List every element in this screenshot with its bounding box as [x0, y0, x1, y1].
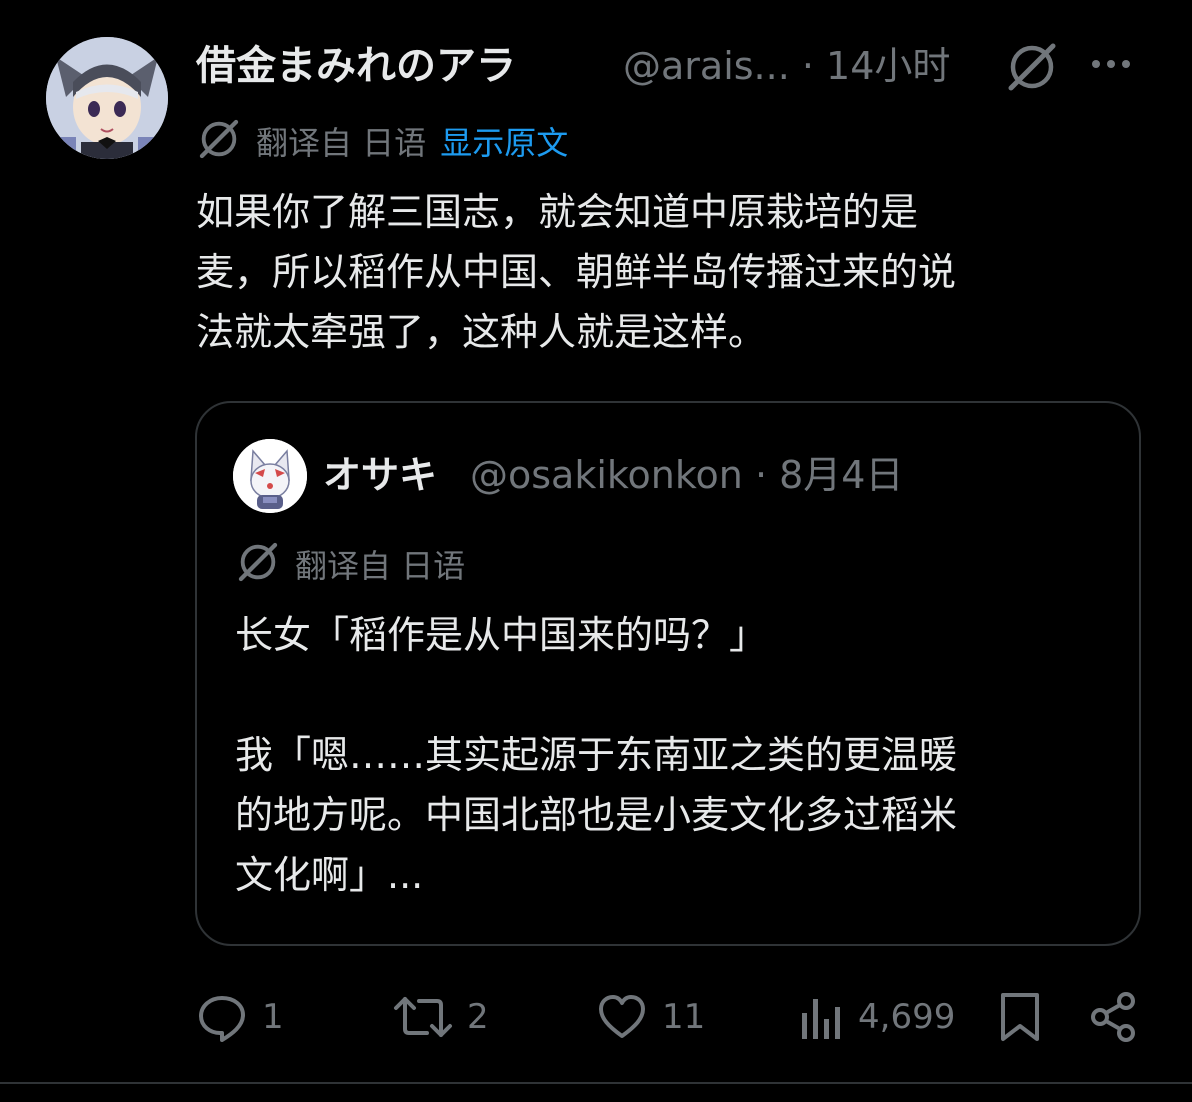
quoted-author-name[interactable]: オサキ: [323, 448, 437, 502]
retweet-icon: [394, 997, 452, 1037]
tweet-text-line: 麦，所以稻作从中国、朝鲜半岛传播过来的说: [196, 250, 957, 294]
quoted-translate-grok-icon: [235, 539, 281, 589]
quoted-text-line: 长女「稻作是从中国来的吗？」: [235, 613, 768, 657]
bottom-divider: [0, 1082, 1192, 1084]
like-count: 11: [662, 997, 706, 1037]
heart-icon: [599, 995, 645, 1038]
quoted-handle-and-time[interactable]: @osakikonkon · 8月4日: [470, 448, 903, 502]
quoted-text-line: 的地方呢。中国北部也是小麦文化多过稻米: [235, 793, 958, 837]
reply-button[interactable]: 1: [196, 985, 284, 1049]
views-button[interactable]: 4,699: [798, 985, 955, 1049]
views-count: 4,699: [858, 997, 956, 1037]
separator-dot: ·: [742, 453, 780, 497]
tweet-text-line: 如果你了解三国志，就会知道中原栽培的是: [196, 190, 919, 234]
tweet-time[interactable]: 14小时: [826, 44, 950, 88]
retweet-button[interactable]: 2: [393, 985, 489, 1049]
quoted-text-line: [235, 665, 1115, 725]
quoted-tweet-text: 长女「稻作是从中国来的吗？」 我「嗯……其实起源于东南亚之类的更温暖 的地方呢。…: [235, 605, 1115, 905]
author-handle-and-time[interactable]: @arais... · 14小时: [623, 38, 950, 94]
share-icon: [1091, 992, 1135, 1042]
author-handle[interactable]: @arais...: [623, 44, 790, 88]
like-button[interactable]: 11: [596, 985, 705, 1049]
grok-icon[interactable]: [1005, 40, 1059, 94]
views-bar-chart-icon: [802, 999, 840, 1039]
bookmark-icon: [1001, 993, 1039, 1041]
quoted-author-handle[interactable]: @osakikonkon: [470, 453, 743, 497]
share-button[interactable]: [1088, 985, 1140, 1049]
bookmark-button[interactable]: [997, 985, 1043, 1049]
quoted-tweet-time[interactable]: 8月4日: [779, 453, 903, 497]
tweet-text: 如果你了解三国志，就会知道中原栽培的是 麦，所以稻作从中国、朝鲜半岛传播过来的说…: [196, 182, 1116, 362]
action-bar: 1 2 11 4,699: [0, 985, 1192, 1049]
translate-grok-icon: [196, 116, 242, 166]
show-original-link[interactable]: 显示原文: [440, 118, 568, 164]
separator-dot: ·: [789, 44, 827, 88]
quoted-translation-row: 翻译自 日语: [235, 538, 465, 590]
tweet-text-line: 法就太牵强了，这种人就是这样。: [196, 310, 767, 354]
author-avatar[interactable]: [46, 37, 168, 159]
more-options-icon[interactable]: [1092, 52, 1140, 76]
quoted-translated-from-label: 翻译自 日语: [295, 547, 466, 585]
translation-row: 翻译自 日语 显示原文: [196, 115, 568, 167]
avatar-image: [46, 37, 168, 159]
quoted-text-line: 文化啊」...: [235, 853, 424, 897]
reply-icon: [199, 996, 245, 1042]
reply-count: 1: [262, 997, 284, 1037]
quoted-avatar-image: [233, 439, 307, 513]
author-name[interactable]: 借金まみれのアラ: [196, 38, 516, 94]
quoted-author-avatar[interactable]: [233, 439, 307, 513]
retweet-count: 2: [467, 997, 489, 1037]
translated-from-label: 翻译自 日语: [256, 124, 427, 162]
quoted-text-line: 我「嗯……其实起源于东南亚之类的更温暖: [235, 733, 958, 777]
